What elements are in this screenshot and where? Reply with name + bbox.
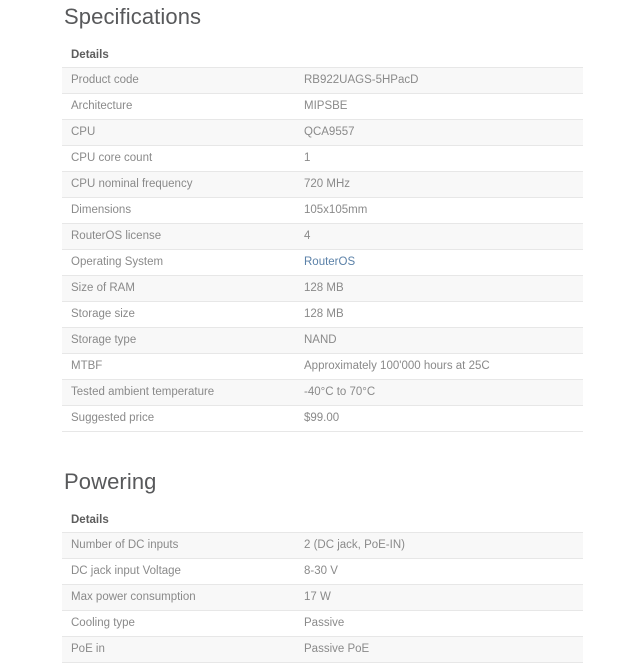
row-label: Storage size	[62, 302, 295, 328]
row-value: Approximately 100'000 hours at 25C	[295, 354, 583, 380]
spec-table: DetailsNumber of DC inputs2 (DC jack, Po…	[62, 508, 583, 663]
row-value: 8-30 V	[295, 559, 583, 585]
row-value: Passive	[295, 611, 583, 637]
row-label: Cooling type	[62, 611, 295, 637]
table-header-row: Details	[62, 508, 583, 533]
row-value: QCA9557	[295, 120, 583, 146]
column-header-details: Details	[62, 43, 583, 68]
table-row: Product codeRB922UAGS-5HPacD	[62, 68, 583, 94]
row-label: CPU nominal frequency	[62, 172, 295, 198]
row-label: Tested ambient temperature	[62, 380, 295, 406]
section-title: Specifications	[62, 0, 583, 31]
row-label: Storage type	[62, 328, 295, 354]
row-value: 128 MB	[295, 302, 583, 328]
row-value: 720 MHz	[295, 172, 583, 198]
row-label: MTBF	[62, 354, 295, 380]
table-row: MTBFApproximately 100'000 hours at 25C	[62, 354, 583, 380]
table-row: Size of RAM128 MB	[62, 276, 583, 302]
spec-table: DetailsProduct codeRB922UAGS-5HPacDArchi…	[62, 43, 583, 432]
row-label: Suggested price	[62, 406, 295, 432]
spec-page: SpecificationsDetailsProduct codeRB922UA…	[0, 0, 644, 663]
column-header-details: Details	[62, 508, 583, 533]
table-row: ArchitectureMIPSBE	[62, 94, 583, 120]
table-header-row: Details	[62, 43, 583, 68]
row-label: PoE in	[62, 637, 295, 663]
row-value: RouterOS	[295, 250, 583, 276]
row-value: 4	[295, 224, 583, 250]
table-row: Cooling typePassive	[62, 611, 583, 637]
table-row: DC jack input Voltage8-30 V	[62, 559, 583, 585]
row-value: NAND	[295, 328, 583, 354]
row-value: Passive PoE	[295, 637, 583, 663]
row-label: Size of RAM	[62, 276, 295, 302]
row-label: Operating System	[62, 250, 295, 276]
table-row: Operating System RouterOS	[62, 250, 583, 276]
row-label: Architecture	[62, 94, 295, 120]
row-value: 1	[295, 146, 583, 172]
table-row: CPU nominal frequency720 MHz	[62, 172, 583, 198]
table-row: Dimensions105x105mm	[62, 198, 583, 224]
section-gap	[62, 432, 583, 465]
table-row: RouterOS license4	[62, 224, 583, 250]
row-label: Product code	[62, 68, 295, 94]
sections-container: SpecificationsDetailsProduct codeRB922UA…	[62, 0, 583, 663]
row-label: CPU core count	[62, 146, 295, 172]
section-powering: Powering DetailsNumber of DC inputs2 (DC …	[62, 465, 583, 663]
row-value: $99.00	[295, 406, 583, 432]
row-label: CPU	[62, 120, 295, 146]
row-label: Max power consumption	[62, 585, 295, 611]
row-value: MIPSBE	[295, 94, 583, 120]
table-row: Number of DC inputs2 (DC jack, PoE-IN)	[62, 533, 583, 559]
table-row: PoE inPassive PoE	[62, 637, 583, 663]
table-row: Storage size128 MB	[62, 302, 583, 328]
table-row: Max power consumption17 W	[62, 585, 583, 611]
row-value: 17 W	[295, 585, 583, 611]
row-value: RB922UAGS-5HPacD	[295, 68, 583, 94]
table-row: Tested ambient temperature-40°C to 70°C	[62, 380, 583, 406]
table-row: CPU core count1	[62, 146, 583, 172]
row-value: 2 (DC jack, PoE-IN)	[295, 533, 583, 559]
table-row: Storage typeNAND	[62, 328, 583, 354]
row-value-link[interactable]: RouterOS	[304, 256, 355, 268]
row-value: 128 MB	[295, 276, 583, 302]
section-title: Powering	[62, 465, 583, 496]
table-row: Suggested price$99.00	[62, 406, 583, 432]
row-value: -40°C to 70°C	[295, 380, 583, 406]
row-value: 105x105mm	[295, 198, 583, 224]
row-label: RouterOS license	[62, 224, 295, 250]
table-row: CPUQCA9557	[62, 120, 583, 146]
section-specifications: Specifications DetailsProduct codeRB922UA…	[62, 0, 583, 432]
row-label: Number of DC inputs	[62, 533, 295, 559]
row-label: DC jack input Voltage	[62, 559, 295, 585]
row-label: Dimensions	[62, 198, 295, 224]
